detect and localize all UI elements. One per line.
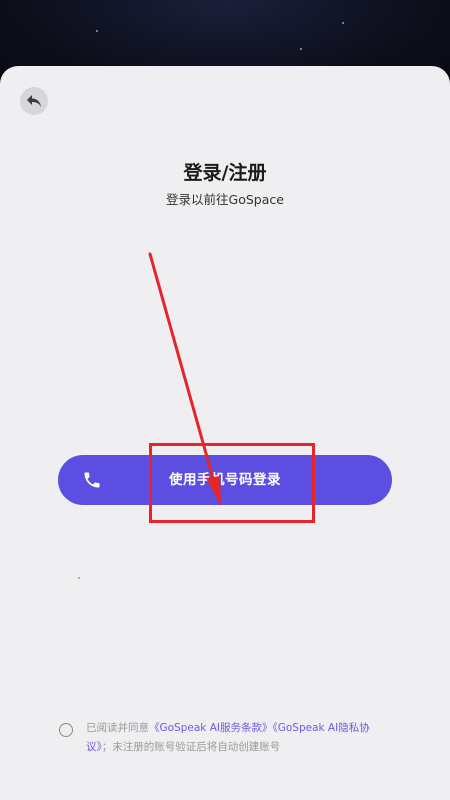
agreement-suffix: ；未注册的账号验证后将自动创建账号 <box>101 741 281 753</box>
terms-link[interactable]: 《GoSpeak AI服务条款》 <box>149 722 272 734</box>
decorative-dot <box>78 577 80 579</box>
agreement-text: 已阅读并同意《GoSpeak AI服务条款》《GoSpeak AI隐私协议》；未… <box>86 719 386 757</box>
page-subtitle: 登录以前往GoSpace <box>166 192 284 207</box>
phone-login-label: 使用手机号码登录 <box>169 472 281 488</box>
star-decoration <box>300 48 302 50</box>
agreement-checkbox[interactable] <box>59 723 73 737</box>
back-arrow-icon <box>27 95 41 107</box>
star-decoration <box>342 22 344 24</box>
back-button[interactable] <box>20 87 48 115</box>
agreement-prefix: 已阅读并同意 <box>86 722 149 734</box>
phone-login-button[interactable]: 使用手机号码登录 <box>58 455 392 505</box>
page-title: 登录/注册 <box>183 162 267 184</box>
star-decoration <box>96 30 98 32</box>
